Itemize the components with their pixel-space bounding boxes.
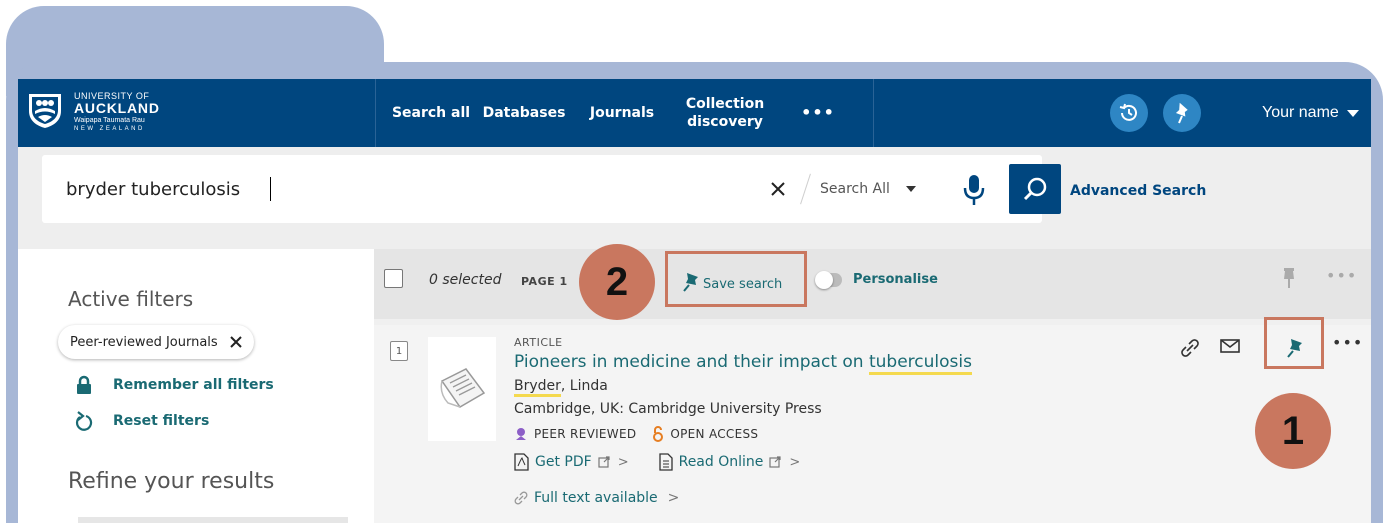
logo-line-2: AUCKLAND: [74, 100, 160, 116]
results-area: 0 selected PAGE 1 Save search Personalis…: [374, 249, 1371, 523]
author-highlight: Bryder: [514, 378, 561, 397]
nav-journals[interactable]: Journals: [586, 79, 658, 147]
external-link-icon: [769, 456, 781, 468]
result-index: 1: [390, 341, 408, 361]
chevron-right-icon: >: [617, 454, 629, 470]
full-text-link[interactable]: Full text available >: [514, 490, 679, 506]
advanced-search-link[interactable]: Advanced Search: [1070, 183, 1206, 199]
selected-count: 0 selected: [429, 272, 502, 288]
document-icon: [440, 368, 486, 408]
filters-panel: Active filters Peer-reviewed Journals Re…: [18, 249, 374, 523]
search-submit-button[interactable]: [1009, 164, 1061, 214]
toolbar-more-button[interactable]: •••: [1326, 266, 1357, 285]
nav-collection-discovery[interactable]: Collection discovery: [678, 79, 772, 147]
filter-chip-label: Peer-reviewed Journals: [70, 334, 218, 350]
crest-icon: [29, 94, 61, 128]
nav-divider: [873, 79, 874, 147]
chevron-down-icon: [905, 186, 916, 192]
university-logo[interactable]: UNIVERSITY OF AUCKLAND Waipapa Taumata R…: [26, 91, 160, 132]
user-name: Your name: [1262, 104, 1339, 121]
result-card: 1 ARTICLE Pioneers in medicine and their…: [374, 325, 1371, 523]
reset-filters-label: Reset filters: [113, 413, 210, 429]
search-box: Search All: [42, 155, 1061, 223]
result-badges: PEER REVIEWED OPEN ACCESS: [514, 426, 758, 442]
pin-icon: [1175, 102, 1188, 124]
search-scope-select[interactable]: Search All: [820, 155, 916, 223]
remember-filters-button[interactable]: Remember all filters: [73, 374, 274, 396]
result-title-text: Pioneers in medicine and their impact on: [514, 352, 869, 372]
result-author[interactable]: Bryder, Linda: [514, 378, 608, 397]
result-access-links: Get PDF > Read Online >: [514, 453, 800, 471]
chevron-down-icon: [1346, 109, 1359, 117]
select-all-checkbox[interactable]: [384, 269, 403, 288]
author-rest: , Linda: [560, 378, 608, 394]
pin-icon: [1284, 268, 1294, 288]
link-icon: [1181, 339, 1199, 357]
pdf-icon: [514, 453, 529, 471]
text-cursor: [270, 177, 271, 201]
nav-search-all[interactable]: Search all: [390, 79, 472, 147]
get-pdf-link[interactable]: Get PDF: [535, 454, 592, 470]
result-publisher: Cambridge, UK: Cambridge University Pres…: [514, 401, 822, 417]
nav-databases[interactable]: Databases: [482, 79, 566, 147]
search-icon: [1023, 177, 1047, 201]
email-button[interactable]: [1220, 338, 1240, 354]
peer-reviewed-icon: [514, 427, 528, 441]
result-thumbnail[interactable]: [428, 337, 496, 441]
toggle-knob: [815, 271, 833, 289]
record-more-button[interactable]: •••: [1332, 333, 1363, 352]
callout-badge-1: 1: [1255, 393, 1331, 469]
close-icon: [229, 335, 242, 348]
chevron-right-icon: >: [667, 490, 680, 506]
top-navigation-bar: UNIVERSITY OF AUCKLAND Waipapa Taumata R…: [18, 79, 1371, 147]
nav-more-button[interactable]: •••: [801, 79, 834, 147]
pinned-items-button[interactable]: [1163, 94, 1201, 132]
pin-page-button[interactable]: [1281, 267, 1297, 293]
faded-filter-row: [78, 517, 348, 523]
search-band: Search All Advanced Search: [18, 147, 1371, 249]
remove-filter-button[interactable]: [229, 333, 242, 352]
divider: [800, 173, 811, 205]
results-toolbar: 0 selected PAGE 1 Save search Personalis…: [374, 249, 1371, 319]
full-text-label: Full text available: [534, 490, 658, 506]
link-icon: [514, 491, 528, 505]
read-online-icon: [658, 453, 673, 471]
clear-search-button[interactable]: [764, 175, 792, 203]
result-title-highlight: tuberculosis: [868, 352, 972, 375]
search-history-button[interactable]: [1110, 94, 1148, 132]
active-filters-heading: Active filters: [68, 287, 194, 311]
history-icon: [1119, 103, 1137, 121]
read-online-link[interactable]: Read Online: [679, 454, 764, 470]
peer-reviewed-label: PEER REVIEWED: [534, 427, 637, 441]
external-link-icon: [598, 456, 610, 468]
personalise-label: Personalise: [853, 272, 938, 287]
logo-wordmark: UNIVERSITY OF AUCKLAND Waipapa Taumata R…: [74, 92, 160, 133]
logo-line-4: NEW ZEALAND: [74, 126, 145, 132]
callout-badge-2: 2: [579, 244, 655, 320]
page-indicator: PAGE 1: [521, 275, 568, 288]
callout-box-pin: [1264, 317, 1324, 369]
personalise-toggle[interactable]: [815, 271, 842, 289]
open-access-label: OPEN ACCESS: [670, 427, 759, 441]
envelope-icon: [1220, 339, 1240, 353]
close-icon: [771, 182, 785, 196]
open-access-icon: [652, 426, 664, 442]
result-title-link[interactable]: Pioneers in medicine and their impact on…: [514, 352, 972, 375]
reset-filters-button[interactable]: Reset filters: [73, 410, 209, 432]
nav-divider: [375, 79, 376, 147]
search-scope-value: Search All: [820, 181, 890, 197]
reset-icon: [73, 410, 95, 432]
lock-icon: [73, 374, 95, 396]
microphone-icon[interactable]: [960, 173, 988, 207]
callout-box-save-search: [665, 251, 807, 307]
logo-line-3: Waipapa Taumata Rau: [74, 117, 145, 124]
refine-results-heading: Refine your results: [68, 469, 275, 494]
search-input[interactable]: [42, 155, 732, 223]
chevron-right-icon: >: [789, 454, 801, 470]
filter-chip: Peer-reviewed Journals: [58, 325, 254, 359]
permalink-button[interactable]: [1180, 338, 1200, 358]
result-type: ARTICLE: [514, 336, 563, 349]
remember-filters-label: Remember all filters: [113, 377, 274, 393]
user-menu[interactable]: Your name: [1262, 79, 1359, 147]
